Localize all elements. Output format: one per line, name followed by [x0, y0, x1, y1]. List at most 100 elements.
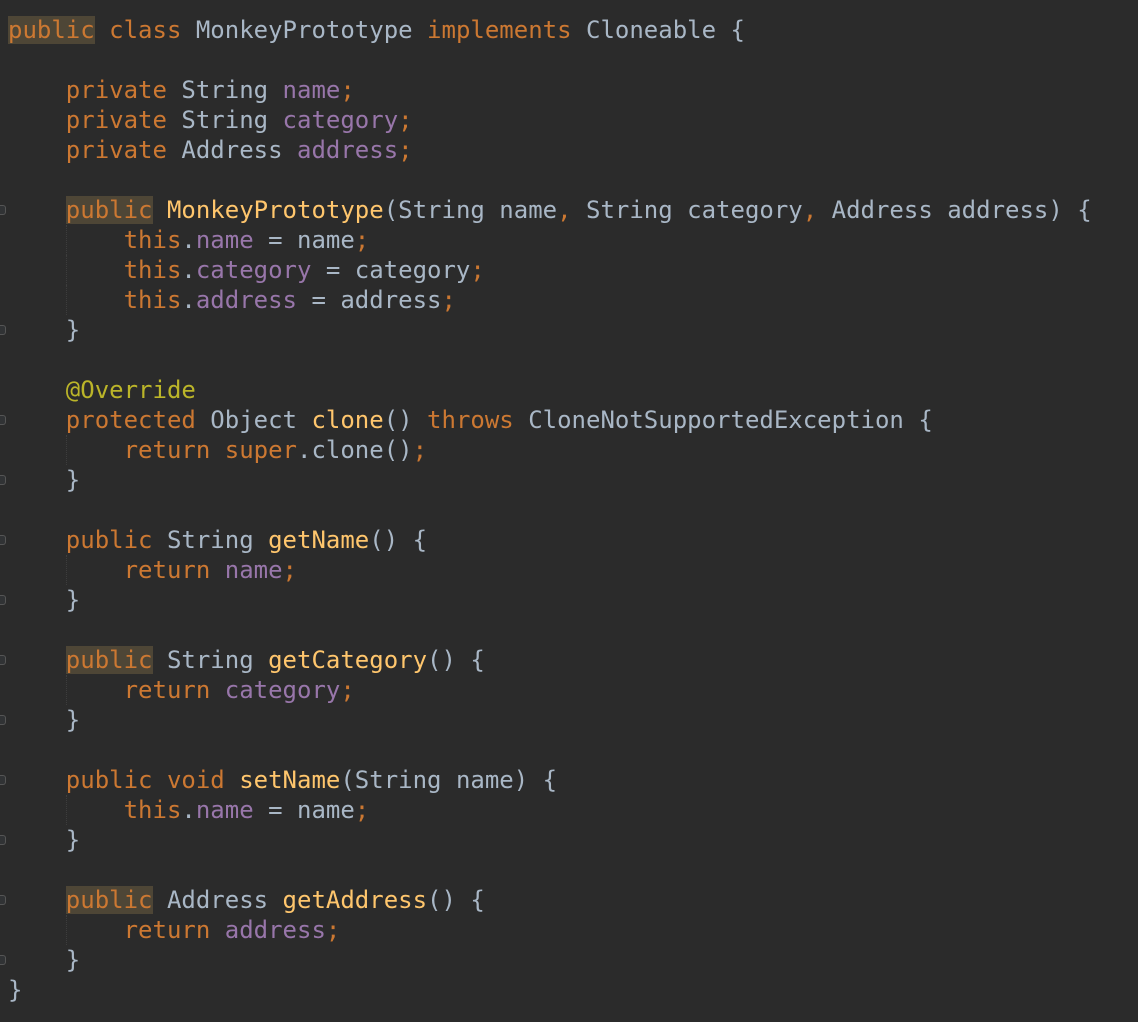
code-token: (String name [383, 196, 558, 224]
code-token: CloneNotSupportedException { [513, 406, 933, 434]
fold-marker-icon[interactable] [0, 475, 6, 485]
code-token: ; [441, 286, 456, 314]
code-token: this [123, 286, 182, 314]
code-token: } [8, 316, 81, 344]
code-token: , [802, 196, 818, 224]
code-token: String [152, 526, 269, 554]
code-line[interactable]: } [8, 945, 1092, 975]
code-token: . [181, 286, 196, 314]
code-token: void [166, 766, 225, 794]
code-line[interactable] [8, 495, 1092, 525]
code-line[interactable] [8, 345, 1092, 375]
code-token: String category [571, 196, 803, 224]
code-token: private [65, 76, 167, 104]
fold-marker-icon[interactable] [0, 415, 6, 425]
code-token: .clone() [297, 436, 413, 464]
code-line[interactable]: private String name; [8, 75, 1092, 105]
code-token: address [224, 916, 326, 944]
fold-marker-icon[interactable] [0, 895, 6, 905]
code-token: class [109, 16, 182, 44]
code-token: String [166, 76, 283, 104]
code-line[interactable]: public String getCategory() { [8, 645, 1092, 675]
code-token: } [8, 826, 81, 854]
code-line[interactable]: public Address getAddress() { [8, 885, 1092, 915]
code-area[interactable]: public class MonkeyPrototype implements … [8, 15, 1092, 1005]
indent-guide [66, 555, 67, 585]
code-line[interactable]: return name; [8, 555, 1092, 585]
code-line[interactable] [8, 45, 1092, 75]
code-line[interactable] [8, 165, 1092, 195]
fold-marker-icon[interactable] [0, 595, 6, 605]
code-line[interactable]: private Address address; [8, 135, 1092, 165]
code-line[interactable] [8, 735, 1092, 765]
fold-marker-icon[interactable] [0, 835, 6, 845]
code-token: = category [311, 256, 471, 284]
indent-guide [66, 675, 67, 705]
code-token: ; [412, 436, 428, 464]
code-token: () { [427, 886, 485, 914]
code-token: Address [152, 886, 283, 914]
fold-marker-icon[interactable] [0, 775, 6, 785]
code-token: public [65, 196, 153, 224]
code-token: this [123, 796, 182, 824]
code-line[interactable]: } [8, 315, 1092, 345]
fold-marker-icon[interactable] [0, 535, 6, 545]
code-token: ; [282, 556, 297, 584]
code-token: public [65, 886, 153, 914]
code-line[interactable]: private String category; [8, 105, 1092, 135]
code-token: getAddress [282, 886, 428, 914]
code-line[interactable]: } [8, 465, 1092, 495]
code-line[interactable]: } [8, 705, 1092, 735]
code-line[interactable] [8, 855, 1092, 885]
indent-guide [66, 285, 67, 315]
code-line[interactable]: } [8, 825, 1092, 855]
fold-marker-icon[interactable] [0, 205, 6, 215]
code-token: this [123, 256, 182, 284]
code-token: category [224, 676, 341, 704]
code-token: } [8, 466, 81, 494]
code-token: public [8, 16, 95, 44]
code-token: ; [340, 76, 355, 104]
fold-marker-icon[interactable] [0, 655, 6, 665]
code-line[interactable]: public String getName() { [8, 525, 1092, 555]
code-token: name [282, 76, 341, 104]
code-token: String [152, 646, 269, 674]
code-line[interactable]: public MonkeyPrototype(String name, Stri… [8, 195, 1092, 225]
code-token: Object [195, 406, 312, 434]
code-line[interactable] [8, 615, 1092, 645]
code-line[interactable]: } [8, 975, 1092, 1005]
code-token: Address address) { [817, 196, 1092, 224]
code-line[interactable]: this.address = address; [8, 285, 1092, 315]
code-line[interactable]: return address; [8, 915, 1092, 945]
code-line[interactable]: this.name = name; [8, 795, 1092, 825]
code-token: () [383, 406, 428, 434]
code-line[interactable]: protected Object clone() throws CloneNot… [8, 405, 1092, 435]
code-line[interactable]: } [8, 585, 1092, 615]
code-token: MonkeyPrototype [166, 196, 384, 224]
code-line[interactable]: return category; [8, 675, 1092, 705]
fold-marker-icon[interactable] [0, 715, 6, 725]
code-token: return [123, 676, 211, 704]
code-token: () { [369, 526, 428, 554]
code-line[interactable]: public void setName(String name) { [8, 765, 1092, 795]
code-token: String [166, 106, 283, 134]
fold-marker-icon[interactable] [0, 955, 6, 965]
code-token: Address [166, 136, 297, 164]
code-token: = address [297, 286, 442, 314]
code-line[interactable]: public class MonkeyPrototype implements … [8, 15, 1092, 45]
code-token: (String name) { [340, 766, 558, 794]
code-line[interactable]: this.name = name; [8, 225, 1092, 255]
code-line[interactable]: @Override [8, 375, 1092, 405]
fold-marker-icon[interactable] [0, 325, 6, 335]
code-editor[interactable]: public class MonkeyPrototype implements … [0, 0, 1138, 1022]
code-line[interactable]: return super.clone(); [8, 435, 1092, 465]
code-line[interactable]: this.category = category; [8, 255, 1092, 285]
